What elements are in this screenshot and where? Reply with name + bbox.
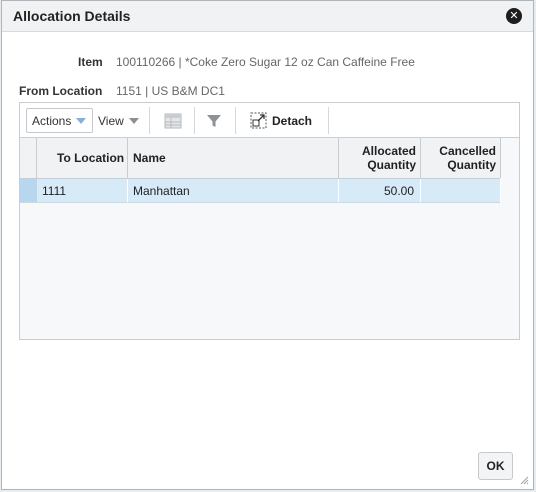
detach-button[interactable]: Detach <box>250 103 312 138</box>
freeze-columns-icon[interactable] <box>164 103 182 138</box>
item-value: 100110266 | *Coke Zero Sugar 12 oz Can C… <box>116 55 415 69</box>
column-header-allocated-quantity[interactable]: Allocated Quantity <box>339 138 421 178</box>
detach-label: Detach <box>272 113 313 128</box>
detach-icon <box>250 112 267 129</box>
item-label: Item <box>78 55 103 69</box>
filter-icon[interactable] <box>206 103 222 138</box>
row-selector[interactable] <box>20 179 37 202</box>
allocation-details-dialog: Allocation Details ✕ Item 100110266 | *C… <box>1 0 534 490</box>
cell-to-location: 1111 <box>37 179 128 202</box>
toolbar-divider <box>235 107 236 134</box>
from-location-label: From Location <box>19 84 103 98</box>
cell-allocated-quantity: 50.00 <box>339 179 421 202</box>
row-selector-header <box>20 138 37 178</box>
actions-menu-button[interactable]: Actions <box>26 108 93 133</box>
resize-grip-icon[interactable] <box>519 475 529 485</box>
toolbar-divider <box>149 107 150 134</box>
table-header-row: To Location Name Allocated Quantity Canc… <box>20 138 501 179</box>
view-label: View <box>98 113 124 128</box>
ok-button[interactable]: OK <box>478 452 513 480</box>
chevron-down-icon <box>76 117 87 124</box>
column-header-to-location[interactable]: To Location <box>37 138 128 178</box>
actions-label: Actions <box>32 113 72 128</box>
table-toolbar: Actions View Detach <box>20 103 519 138</box>
dialog-titlebar[interactable]: Allocation Details ✕ <box>2 1 533 32</box>
close-icon[interactable]: ✕ <box>506 8 522 24</box>
toolbar-divider <box>328 107 329 134</box>
cell-name: Manhattan <box>128 179 339 202</box>
table-row[interactable]: 1111 Manhattan 50.00 <box>20 179 501 203</box>
column-header-name[interactable]: Name <box>128 138 339 178</box>
allocation-table-panel: Actions View Detach To Location Name All… <box>19 102 520 340</box>
column-header-cancelled-quantity[interactable]: Cancelled Quantity <box>421 138 501 178</box>
cell-cancelled-quantity <box>421 179 501 202</box>
toolbar-divider <box>194 107 195 134</box>
view-menu-button[interactable]: View <box>98 103 139 138</box>
from-location-value: 1151 | US B&M DC1 <box>116 84 225 98</box>
dialog-title: Allocation Details <box>13 8 131 24</box>
chevron-down-icon <box>128 117 139 124</box>
